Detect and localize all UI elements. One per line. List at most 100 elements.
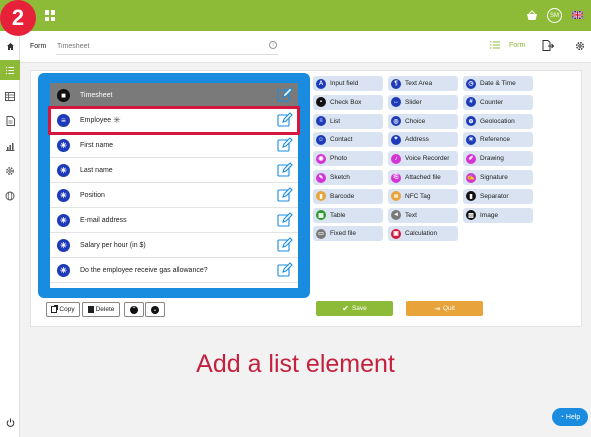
gear-icon[interactable] xyxy=(3,164,17,178)
save-button[interactable]: ✔ Save xyxy=(316,301,393,316)
copy-label: Copy xyxy=(59,306,75,313)
form-title-row[interactable]: ■ Timesheet xyxy=(50,83,298,108)
palette-text[interactable]: ◄ Text xyxy=(388,207,458,223)
palette-calculation[interactable]: ▣ Calculation xyxy=(388,226,458,242)
caption: Add a list element xyxy=(196,350,395,378)
date-time-icon: ◷ xyxy=(466,78,476,89)
field-row[interactable]: ✳ Do the employee receive gas allowance? xyxy=(50,258,298,283)
field-row[interactable]: ✳ E-mail address xyxy=(50,208,298,233)
palette-drawing[interactable]: ✐ Drawing xyxy=(463,151,533,167)
tab-form[interactable]: Form xyxy=(490,41,525,49)
move-down-button[interactable]: ⌄ xyxy=(145,302,165,317)
field-row[interactable]: ✳ First name xyxy=(50,133,298,158)
power-icon[interactable] xyxy=(3,415,17,429)
required-star: ✳ xyxy=(113,114,121,125)
chevron-down-icon: ⌄ xyxy=(151,305,159,314)
palette-date-time[interactable]: ◷ Date & Time xyxy=(463,76,533,91)
palette-label: Fixed file xyxy=(330,230,357,238)
uk-flag-icon[interactable] xyxy=(572,11,583,19)
edit-icon[interactable] xyxy=(277,237,293,253)
exit-icon: ⇥ xyxy=(434,305,440,313)
field-row-selected[interactable]: ≡ Employee ✳ xyxy=(48,106,300,135)
edit-icon[interactable] xyxy=(277,87,293,103)
table-icon[interactable] xyxy=(3,89,17,103)
palette-list[interactable]: ≡ List xyxy=(313,113,383,129)
edit-icon[interactable] xyxy=(277,212,293,228)
field-row[interactable]: ✳ Position xyxy=(50,183,298,208)
palette-choice[interactable]: ◎ Choice xyxy=(388,113,458,129)
contact-icon: ☺ xyxy=(316,134,326,145)
palette-reference[interactable]: ✳ Reference xyxy=(463,132,533,148)
signature-icon: ✍ xyxy=(466,172,476,183)
slider-icon: ↔ xyxy=(391,97,401,108)
field-label: E-mail address xyxy=(80,216,127,224)
chart-icon[interactable] xyxy=(3,139,17,153)
palette-label: Attached file xyxy=(405,174,441,181)
palette-slider[interactable]: ↔ Slider xyxy=(388,94,458,110)
palette-counter[interactable]: # Counter xyxy=(463,94,533,110)
palette-sketch[interactable]: ✎ Sketch xyxy=(313,170,383,185)
input-field-icon: A xyxy=(316,78,326,89)
asterisk-icon: ✳ xyxy=(57,238,70,252)
copy-button[interactable]: Copy xyxy=(46,302,80,317)
info-icon[interactable]: i xyxy=(269,41,277,49)
palette-label: Voice Recorder xyxy=(405,155,450,163)
palette-label: Text xyxy=(405,211,417,219)
asterisk-icon: ✳ xyxy=(57,263,70,277)
palette-photo[interactable]: ◉ Photo xyxy=(313,151,383,167)
settings-icon[interactable] xyxy=(575,41,585,53)
attached-file-icon: ⎘ xyxy=(391,172,401,183)
palette-fixed-file[interactable]: ▭ Fixed file xyxy=(313,226,383,242)
edit-icon[interactable] xyxy=(277,112,293,128)
field-label: Employee xyxy=(80,116,112,124)
edit-icon[interactable] xyxy=(277,187,293,203)
form-field-list: ■ Timesheet ≡ Employee ✳ ✳ First name ✳ Last nam… xyxy=(48,83,300,288)
palette-attached-file[interactable]: ⎘ Attached file xyxy=(388,170,458,185)
palette-table[interactable]: ▦ Table xyxy=(313,207,383,223)
palette-image[interactable]: ▨ Image xyxy=(463,207,533,223)
palette-label: Sketch xyxy=(330,174,350,181)
home-icon[interactable] xyxy=(3,39,17,53)
tab-form-label: Form xyxy=(509,41,526,49)
basket-icon[interactable] xyxy=(526,8,538,22)
nfc-tag-icon: ≋ xyxy=(391,191,401,202)
document-icon[interactable] xyxy=(3,114,17,128)
move-up-button[interactable]: ⌃ xyxy=(124,302,144,317)
palette-text-area[interactable]: ¶ Text Area xyxy=(388,76,458,91)
field-row[interactable]: ✳ Last name xyxy=(50,158,298,183)
palette-signature[interactable]: ✍ Signature xyxy=(463,170,533,185)
list-icon: ≡ xyxy=(316,116,326,127)
field-row[interactable]: ✳ Salary per hour (in $) xyxy=(50,233,298,258)
asterisk-icon: ✳ xyxy=(57,138,70,152)
field-label: Timesheet xyxy=(80,91,113,99)
edit-icon[interactable] xyxy=(277,162,293,178)
apps-grid-icon[interactable] xyxy=(45,10,56,21)
export-icon[interactable] xyxy=(542,40,555,53)
globe-icon[interactable] xyxy=(3,189,17,203)
palette-address[interactable]: ⌖ Address xyxy=(388,132,458,148)
palette-label: Slider xyxy=(405,98,422,106)
palette-contact[interactable]: ☺ Contact xyxy=(313,132,383,148)
palette-label: Choice xyxy=(405,117,426,125)
address-icon: ⌖ xyxy=(391,134,401,145)
edit-icon[interactable] xyxy=(277,262,293,278)
palette-label: List xyxy=(330,117,341,125)
palette-input-field[interactable]: A Input field xyxy=(313,76,383,91)
palette-label: Photo xyxy=(330,155,347,163)
palette-nfc-tag[interactable]: ≋ NFC Tag xyxy=(388,188,458,204)
voice-recorder-icon: ♪ xyxy=(391,153,401,164)
edit-icon[interactable] xyxy=(277,137,293,153)
quit-button[interactable]: ⇥ Quit xyxy=(406,301,483,316)
palette-geolocation[interactable]: ⊕ Geolocation xyxy=(463,113,533,129)
list-check-icon[interactable] xyxy=(0,60,20,80)
help-button[interactable]: ◔ Help xyxy=(552,408,588,426)
trash-icon xyxy=(87,306,94,313)
avatar[interactable]: SM xyxy=(547,8,562,23)
form-name-input[interactable] xyxy=(56,39,278,55)
palette-label: Counter xyxy=(480,98,504,106)
palette-barcode[interactable]: ▮ Barcode xyxy=(313,188,383,204)
delete-button[interactable]: Delete xyxy=(82,302,120,317)
palette-voice-recorder[interactable]: ♪ Voice Recorder xyxy=(388,151,458,167)
palette-check-box[interactable]: ▪ Check Box xyxy=(313,94,383,110)
palette-separator[interactable]: ▮ Separator xyxy=(463,188,533,204)
